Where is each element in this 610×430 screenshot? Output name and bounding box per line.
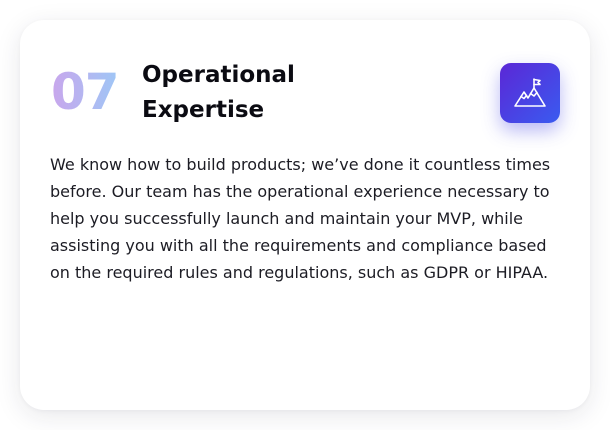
mountain-flag-icon: [500, 63, 560, 123]
card-description: We know how to build products; we’ve don…: [50, 155, 551, 282]
card-title-line-2: Expertise: [142, 97, 265, 123]
feature-card: 07 Operational Expertise We know how to …: [20, 20, 590, 410]
step-number: 07: [51, 63, 120, 121]
card-title-line-1: Operational: [142, 62, 295, 88]
card-title: Operational Expertise: [142, 58, 402, 128]
